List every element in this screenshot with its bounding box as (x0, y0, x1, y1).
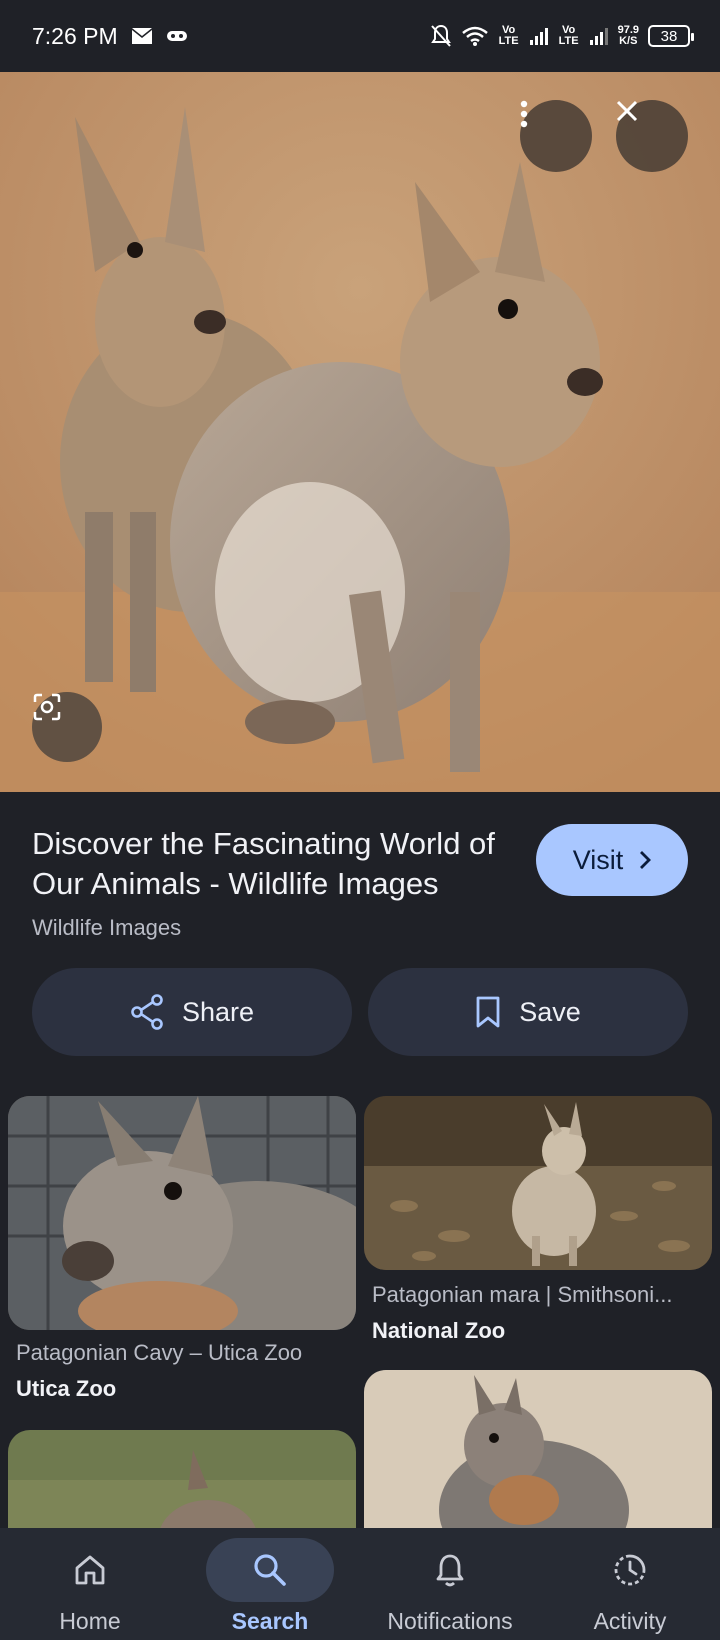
nav-search-label: Search (231, 1608, 309, 1634)
nav-activity-label: Activity (593, 1608, 667, 1634)
save-button[interactable]: Save (368, 968, 688, 1056)
home-icon (75, 1555, 105, 1585)
more-vert-icon (520, 100, 528, 128)
status-time: 7:26 PM (32, 22, 118, 49)
chevron-right-icon (640, 851, 652, 869)
related-image-4[interactable] (364, 1370, 712, 1550)
nav-notifications[interactable]: Notifications (360, 1528, 540, 1640)
visit-button[interactable]: Visit (536, 824, 688, 896)
related-image-1[interactable] (8, 1096, 356, 1330)
nav-activity-icon-wrap (566, 1538, 694, 1602)
signal-icon-1 (529, 28, 548, 45)
share-button[interactable]: Share (32, 968, 352, 1056)
action-buttons: Share Save (32, 968, 688, 1056)
related-caption-1[interactable]: Patagonian Cavy – Utica Zoo (16, 1340, 356, 1366)
visit-label: Visit (572, 844, 624, 875)
maras-photo (0, 72, 720, 792)
preview-image[interactable] (0, 72, 720, 792)
volte-label-2: Vo LTE (558, 24, 579, 47)
network-speed: 97.9 K/S (618, 25, 639, 47)
mara-leaves-photo (364, 1096, 712, 1270)
bottom-navigation: Home Search Notifications Activity (0, 1528, 720, 1640)
more-options-button[interactable] (520, 100, 592, 172)
save-label: Save (519, 996, 581, 1027)
nav-search[interactable]: Search (180, 1528, 360, 1640)
lens-search-button[interactable] (32, 692, 102, 762)
battery-indicator: 38 (648, 25, 694, 47)
result-title[interactable]: Discover the Fascinating World of Our An… (32, 824, 512, 904)
game-controller-icon (166, 31, 187, 41)
signal-icon-2 (589, 28, 608, 45)
wifi-icon (461, 26, 488, 46)
nav-notifications-icon-wrap (386, 1538, 514, 1602)
nav-home-label: Home (59, 1608, 121, 1634)
share-label: Share (181, 996, 255, 1027)
bell-icon (436, 1554, 464, 1587)
cavy-closeup-photo (8, 1096, 356, 1330)
related-caption-2[interactable]: Patagonian mara | Smithsoni... (372, 1282, 704, 1308)
close-icon (616, 100, 638, 122)
result-source: Wildlife Images (32, 915, 182, 940)
activity-icon (614, 1554, 646, 1586)
lens-icon (33, 693, 61, 721)
nav-home[interactable]: Home (0, 1528, 180, 1640)
volte-label-1: Vo LTE (498, 24, 519, 47)
bookmark-icon (476, 996, 500, 1028)
nav-notifications-label: Notifications (387, 1608, 513, 1634)
mara-sand-photo (364, 1370, 712, 1550)
status-bar: 7:26 PM Vo LTE Vo LTE 97.9 K/S 38 (0, 0, 720, 72)
nav-activity[interactable]: Activity (540, 1528, 720, 1640)
nav-home-icon-wrap (26, 1538, 154, 1602)
mute-bell-icon (430, 24, 451, 47)
close-button[interactable] (616, 100, 688, 172)
network-speed-unit: K/S (619, 35, 638, 47)
related-source-2: National Zoo (372, 1318, 506, 1343)
mail-notification-icon (131, 28, 152, 44)
search-icon (254, 1554, 286, 1586)
related-image-2[interactable] (364, 1096, 712, 1270)
share-icon (131, 994, 163, 1030)
related-source-1: Utica Zoo (16, 1376, 117, 1401)
nav-search-icon-wrap (206, 1538, 334, 1602)
